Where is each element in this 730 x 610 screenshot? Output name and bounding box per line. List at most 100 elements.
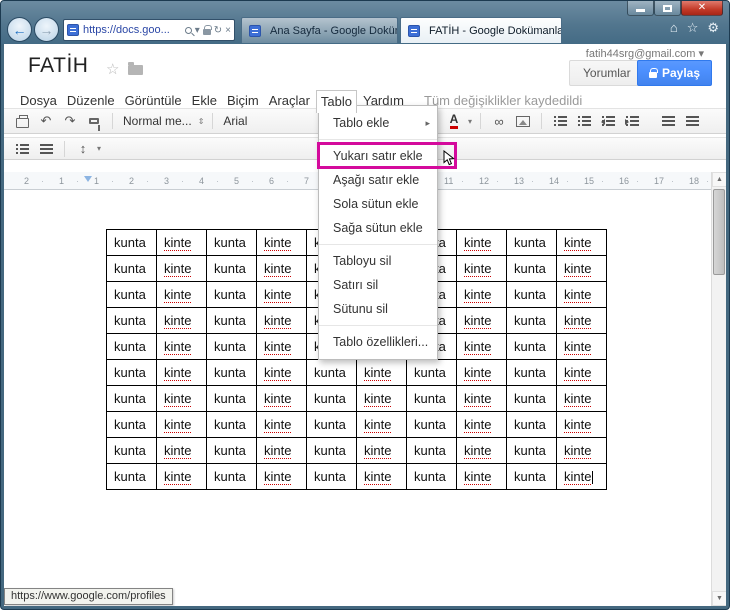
tab-fatih[interactable]: FATİH - Google Dokümanlar × — [400, 17, 562, 43]
table-cell[interactable]: kinte — [556, 255, 607, 282]
table-cell[interactable]: kunta — [106, 333, 157, 360]
menu-item-saga-sutun-ekle[interactable]: Sağa sütun ekle — [319, 216, 437, 240]
tab-ana-sayfa[interactable]: Ana Sayfa - Google Dokümanlar — [241, 17, 398, 43]
table-cell[interactable]: kinte — [456, 463, 507, 490]
menu-item-tablo-ekle[interactable]: Tablo ekle ▸ — [319, 111, 437, 135]
table-cell[interactable]: kunta — [506, 411, 557, 438]
menu-item-yukari-satir-ekle[interactable]: Yukarı satır ekle — [317, 142, 457, 169]
table-cell[interactable]: kinte — [256, 307, 307, 334]
align-left-button[interactable] — [658, 111, 678, 131]
insert-link-button[interactable]: ∞ — [489, 111, 509, 131]
table-cell[interactable]: kunta — [106, 229, 157, 256]
undo-button[interactable]: ↶ — [36, 111, 56, 131]
bullet-list-button[interactable] — [574, 111, 594, 131]
scrollbar-thumb[interactable] — [713, 189, 725, 275]
table-cell[interactable]: kunta — [206, 333, 257, 360]
table-cell[interactable]: kinte — [256, 281, 307, 308]
table-cell[interactable]: kunta — [106, 359, 157, 386]
table-cell[interactable]: kinte — [156, 281, 207, 308]
vertical-scrollbar[interactable]: ▲ ▼ — [711, 172, 726, 606]
table-cell[interactable]: kunta — [506, 255, 557, 282]
table-cell[interactable]: kunta — [506, 385, 557, 412]
table-cell[interactable]: kunta — [506, 437, 557, 464]
menu-item-sola-sutun-ekle[interactable]: Sola sütun ekle — [319, 192, 437, 216]
checklist-button[interactable] — [12, 139, 32, 159]
table-cell[interactable]: kinte — [256, 463, 307, 490]
address-dropdown-icon[interactable]: ▾ — [195, 25, 200, 36]
table-cell[interactable]: kunta — [406, 385, 457, 412]
table-cell[interactable]: kinte — [356, 437, 407, 464]
back-button[interactable]: ← — [7, 17, 32, 42]
table-cell[interactable]: kunta — [306, 437, 357, 464]
text-color-button[interactable]: A — [444, 111, 464, 131]
table-cell[interactable]: kunta — [106, 255, 157, 282]
document-title[interactable]: FATİH — [28, 54, 88, 78]
table-cell[interactable]: kinte — [156, 411, 207, 438]
table-cell[interactable]: kunta — [106, 307, 157, 334]
table-cell[interactable]: kunta — [306, 385, 357, 412]
table-cell[interactable]: kunta — [506, 359, 557, 386]
styles-dropdown[interactable]: Normal me... — [121, 114, 194, 128]
menu-tablo[interactable]: Tablo — [315, 90, 357, 113]
table-cell[interactable]: kunta — [106, 411, 157, 438]
table-cell[interactable]: kunta — [206, 411, 257, 438]
star-icon[interactable]: ☆ — [106, 60, 119, 78]
line-spacing-button[interactable]: ↕ — [73, 139, 93, 159]
table-cell[interactable]: kinte — [456, 333, 507, 360]
insert-image-button[interactable] — [513, 111, 533, 131]
maximize-button[interactable] — [654, 1, 681, 16]
table-cell[interactable]: kunta — [206, 437, 257, 464]
table-cell[interactable]: kinte — [156, 463, 207, 490]
table-cell[interactable]: kinte — [456, 281, 507, 308]
table-cell[interactable]: kunta — [506, 463, 557, 490]
table-cell[interactable]: kinte — [556, 307, 607, 334]
table-cell[interactable]: kinte — [156, 359, 207, 386]
forward-button[interactable]: → — [34, 17, 59, 42]
menu-item-asagi-satir-ekle[interactable]: Aşağı satır ekle — [319, 168, 437, 192]
font-dropdown[interactable]: Arial — [221, 114, 249, 128]
table-cell[interactable]: kinte — [456, 437, 507, 464]
table-cell[interactable]: kunta — [106, 437, 157, 464]
favorites-icon[interactable]: ☆ — [687, 21, 699, 34]
table-cell[interactable]: kinte — [456, 307, 507, 334]
search-icon[interactable] — [184, 26, 192, 34]
table-cell[interactable]: kinte — [356, 385, 407, 412]
table-cell[interactable]: kinte — [256, 411, 307, 438]
table-cell[interactable]: kinte — [556, 359, 607, 386]
table-cell[interactable]: kinte — [156, 229, 207, 256]
line-spacing-caret-icon[interactable]: ▾ — [97, 144, 101, 153]
folder-icon[interactable] — [128, 62, 143, 75]
account-menu[interactable]: fatih44srg@gmail.com ▾ — [586, 47, 704, 60]
table-cell[interactable]: kunta — [206, 229, 257, 256]
table-cell[interactable]: kunta — [406, 359, 457, 386]
table-cell[interactable]: kinte — [556, 229, 607, 256]
table-cell[interactable]: kunta — [506, 307, 557, 334]
table-cell[interactable]: kinte — [456, 255, 507, 282]
table-cell[interactable]: kunta — [506, 281, 557, 308]
table-cell[interactable]: kunta — [206, 281, 257, 308]
table-cell[interactable]: kinte — [256, 385, 307, 412]
table-cell[interactable]: kinte — [556, 411, 607, 438]
table-cell[interactable]: kinte — [256, 437, 307, 464]
table-cell[interactable]: kinte — [156, 307, 207, 334]
table-cell[interactable]: kinte — [456, 411, 507, 438]
stop-icon[interactable]: × — [225, 25, 231, 36]
menu-item-sutunu-sil[interactable]: Sütunu sil — [319, 297, 437, 321]
table-cell[interactable]: kinte — [256, 333, 307, 360]
outdent-button[interactable] — [598, 111, 618, 131]
menu-item-tablo-ozellikleri[interactable]: Tablo özellikleri... — [319, 330, 437, 354]
table-cell[interactable]: kunta — [406, 411, 457, 438]
table-cell[interactable]: kinte — [556, 437, 607, 464]
table-cell[interactable]: kinte — [456, 385, 507, 412]
table-cell[interactable]: kunta — [206, 307, 257, 334]
table-cell[interactable]: kinte — [156, 385, 207, 412]
table-cell[interactable]: kunta — [106, 463, 157, 490]
table-cell[interactable]: kunta — [506, 229, 557, 256]
table-cell[interactable]: kinte — [456, 229, 507, 256]
comments-button[interactable]: Yorumlar — [569, 60, 645, 86]
table-cell[interactable]: kunta — [106, 385, 157, 412]
table-cell[interactable]: kunta — [106, 281, 157, 308]
redo-button[interactable]: ↷ — [60, 111, 80, 131]
table-cell[interactable]: kinte — [256, 255, 307, 282]
table-cell[interactable]: kunta — [206, 255, 257, 282]
